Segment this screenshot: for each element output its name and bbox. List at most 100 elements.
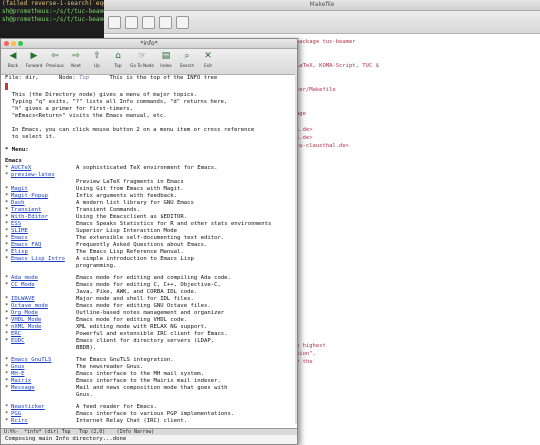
zoom-window-button[interactable] bbox=[18, 41, 23, 46]
menu-entry[interactable]: * PGG Emacs interface to various PGP imple… bbox=[5, 411, 297, 418]
menu-entry-link[interactable]: VHDL Mode bbox=[11, 317, 76, 324]
menu-entry-link[interactable]: MH-E bbox=[11, 371, 76, 378]
menu-entry[interactable]: * Magit-Popup Infix arguments with feedbac… bbox=[5, 193, 297, 200]
menu-entry-link[interactable]: preview-latex bbox=[11, 172, 76, 179]
menu-entry-link[interactable]: Org Mode bbox=[11, 310, 76, 317]
minimize-window-button[interactable] bbox=[11, 41, 16, 46]
menu-entry[interactable]: * Magit Using Git from Emacs with Magit. bbox=[5, 186, 297, 193]
background-text-line bbox=[296, 190, 536, 198]
menu-entry[interactable]: * ERC Powerful and extensible IRC client f… bbox=[5, 331, 297, 338]
menu-entry-link[interactable]: Emacs Lisp Intro bbox=[11, 256, 76, 263]
menu-entry-link[interactable]: PGG bbox=[11, 411, 76, 418]
menu-entry[interactable]: * Ada mode Emacs mode for editing and comp… bbox=[5, 275, 297, 282]
menu-entry[interactable]: * Message Mail and news composition mode t… bbox=[5, 385, 297, 392]
menu-entry-link[interactable]: Octave mode bbox=[11, 303, 76, 310]
up-button[interactable]: ⇧ Up bbox=[87, 50, 107, 69]
next-button[interactable]: ⇨ Next bbox=[66, 50, 86, 69]
menu-entry-link[interactable]: Elisp bbox=[11, 249, 76, 256]
menu-entry[interactable]: * Rcirc Internet Relay Chat (IRC) client. bbox=[5, 418, 297, 425]
menu-entry-link[interactable]: SLIME bbox=[11, 228, 76, 235]
background-text-line bbox=[296, 70, 536, 78]
menu-entry[interactable]: * nXML Mode XML editing mode with RELAX NG… bbox=[5, 324, 297, 331]
menu-entry-link[interactable]: ERC bbox=[11, 331, 76, 338]
previous-button[interactable]: ⇦ Previous bbox=[45, 50, 65, 69]
menu-entry-link[interactable]: Emacs FAQ bbox=[11, 242, 76, 249]
menu-entry-link[interactable]: Mairix bbox=[11, 378, 76, 385]
menu-entry[interactable]: * Emacs FAQ Frequently Asked Questions abo… bbox=[5, 242, 297, 249]
scrollbar[interactable] bbox=[295, 74, 297, 424]
menu-entry[interactable]: * Dash A modern list library for GNU Emacs bbox=[5, 200, 297, 207]
menu-entry[interactable]: * Octave mode Emacs mode for editing GNU O… bbox=[5, 303, 297, 310]
menu-entry-link[interactable]: With-Editor bbox=[11, 214, 76, 221]
menu-entry-link[interactable]: Rcirc bbox=[11, 418, 76, 425]
menu-entry[interactable]: * With-Editor Using the Emacsclient as $ED… bbox=[5, 214, 297, 221]
menu-entry-link[interactable]: ESS bbox=[11, 221, 76, 228]
menu-entry-link[interactable]: Message bbox=[11, 385, 76, 392]
menu-entry-link[interactable]: IDLWAVE bbox=[11, 296, 76, 303]
menu-entry-link[interactable]: Dash bbox=[11, 200, 76, 207]
background-text-line: tu-clausthal.de> bbox=[296, 143, 349, 149]
menu-entry-link[interactable]: EUDC bbox=[11, 338, 76, 345]
menu-entry-description: Frequently Asked Questions about Emacs. bbox=[76, 242, 208, 248]
background-toolbar-button[interactable] bbox=[125, 15, 138, 29]
background-text-line: sion", bbox=[296, 351, 316, 357]
cursor-line bbox=[5, 83, 297, 92]
close-window-button[interactable] bbox=[4, 41, 9, 46]
background-toolbar-button[interactable] bbox=[176, 15, 189, 29]
background-text-line bbox=[296, 214, 536, 222]
menu-entry[interactable]: * Newsticker A feed reader for Emacs. bbox=[5, 404, 297, 411]
menu-entry[interactable]: * CC Mode Emacs mode for editing C, C++, O… bbox=[5, 282, 297, 289]
menu-entry[interactable]: * Elisp The Emacs Lisp Reference Manual. bbox=[5, 249, 297, 256]
menu-entry-link[interactable]: Transient bbox=[11, 207, 76, 214]
next-icon: ⇨ bbox=[72, 51, 80, 61]
info-buffer[interactable]: File: dir, Node: Top This is the top of … bbox=[1, 74, 297, 425]
menu-entry[interactable]: * preview-latex bbox=[5, 172, 297, 179]
menu-entry[interactable]: * IDLWAVE Major mode and shell for IDL fil… bbox=[5, 296, 297, 303]
menu-entry[interactable]: * AUCTeX A sophisticated TeX environment f… bbox=[5, 165, 297, 172]
menu-entry-description: Powerful and extensible IRC client for E… bbox=[76, 331, 228, 337]
menu-entry[interactable]: * VHDL Mode Emacs mode for editing VHDL co… bbox=[5, 317, 297, 324]
node-label: Node: bbox=[58, 75, 76, 81]
menu-entry[interactable]: * MH-E Emacs interface to the MH mail syst… bbox=[5, 371, 297, 378]
menu-entry[interactable]: * Org Mode Outline-based notes management … bbox=[5, 310, 297, 317]
index-button[interactable]: ▤ Index bbox=[156, 50, 176, 69]
menu-entry-link[interactable]: Emacs GnuTLS bbox=[11, 357, 76, 364]
menu-entry[interactable]: * EUDC Emacs client for directory servers … bbox=[5, 338, 297, 345]
forward-button[interactable]: ▶ Forward bbox=[24, 50, 44, 69]
menu-entry-description: Major mode and shell for IDL files. bbox=[76, 296, 194, 302]
menu-entry[interactable]: * Emacs The extensible self-documenting te… bbox=[5, 235, 297, 242]
menu-entry-description: XML editing mode with RELAX NG support. bbox=[76, 324, 208, 330]
top-button[interactable]: ⌂ Top bbox=[108, 50, 128, 69]
menu-entry[interactable]: * SLIME Superior Lisp Interaction Mode bbox=[5, 228, 297, 235]
menu-entry[interactable]: * Gnus The newsreader Gnus. bbox=[5, 364, 297, 371]
menu-entry-link[interactable]: Newsticker bbox=[11, 404, 76, 411]
background-text-line bbox=[296, 318, 536, 326]
exit-button[interactable]: ✕ Exit bbox=[198, 50, 218, 69]
search-button[interactable]: ⌕ Search bbox=[177, 50, 197, 69]
menu-entry-link[interactable]: nXML Mode bbox=[11, 324, 76, 331]
menu-entry-link[interactable]: AUCTeX bbox=[11, 165, 76, 172]
menu-entry-link bbox=[11, 179, 76, 186]
menu-entry-description: Gnus. bbox=[76, 392, 93, 398]
menu-entry-description: Emacs client for directory servers (LDAP… bbox=[76, 338, 215, 344]
menu-entry[interactable]: * Mairix Emacs interface to the Mairix mai… bbox=[5, 378, 297, 385]
menu-entry-link[interactable]: Emacs bbox=[11, 235, 76, 242]
menu-entry: programming. bbox=[5, 263, 297, 270]
menu-entry-description: Infix arguments with feedback. bbox=[76, 193, 178, 199]
background-toolbar-button[interactable] bbox=[142, 15, 155, 29]
menu-entry[interactable]: * ESS Emacs Speaks Statistics for R and ot… bbox=[5, 221, 297, 228]
menu-entry-link[interactable]: Ada mode bbox=[11, 275, 76, 282]
menu-entry[interactable]: * Transient Transient Commands. bbox=[5, 207, 297, 214]
exit-icon: ✕ bbox=[204, 51, 212, 61]
background-toolbar-button[interactable] bbox=[159, 15, 172, 29]
background-text-line bbox=[296, 270, 536, 278]
menu-entry-link[interactable]: Gnus bbox=[11, 364, 76, 371]
back-button[interactable]: ◀ Back bbox=[3, 50, 23, 69]
menu-entry[interactable]: * Emacs GnuTLS The Emacs GnuTLS integratio… bbox=[5, 357, 297, 364]
go-to-node-button[interactable]: ☞ Go To Node bbox=[129, 50, 155, 69]
menu-entry-link[interactable]: Magit bbox=[11, 186, 76, 193]
background-toolbar-button[interactable] bbox=[108, 15, 121, 29]
menu-entry-link[interactable]: Magit-Popup bbox=[11, 193, 76, 200]
menu-entry-link[interactable]: CC Mode bbox=[11, 282, 76, 289]
menu-entry[interactable]: * Emacs Lisp Intro A simple introduction t… bbox=[5, 256, 297, 263]
